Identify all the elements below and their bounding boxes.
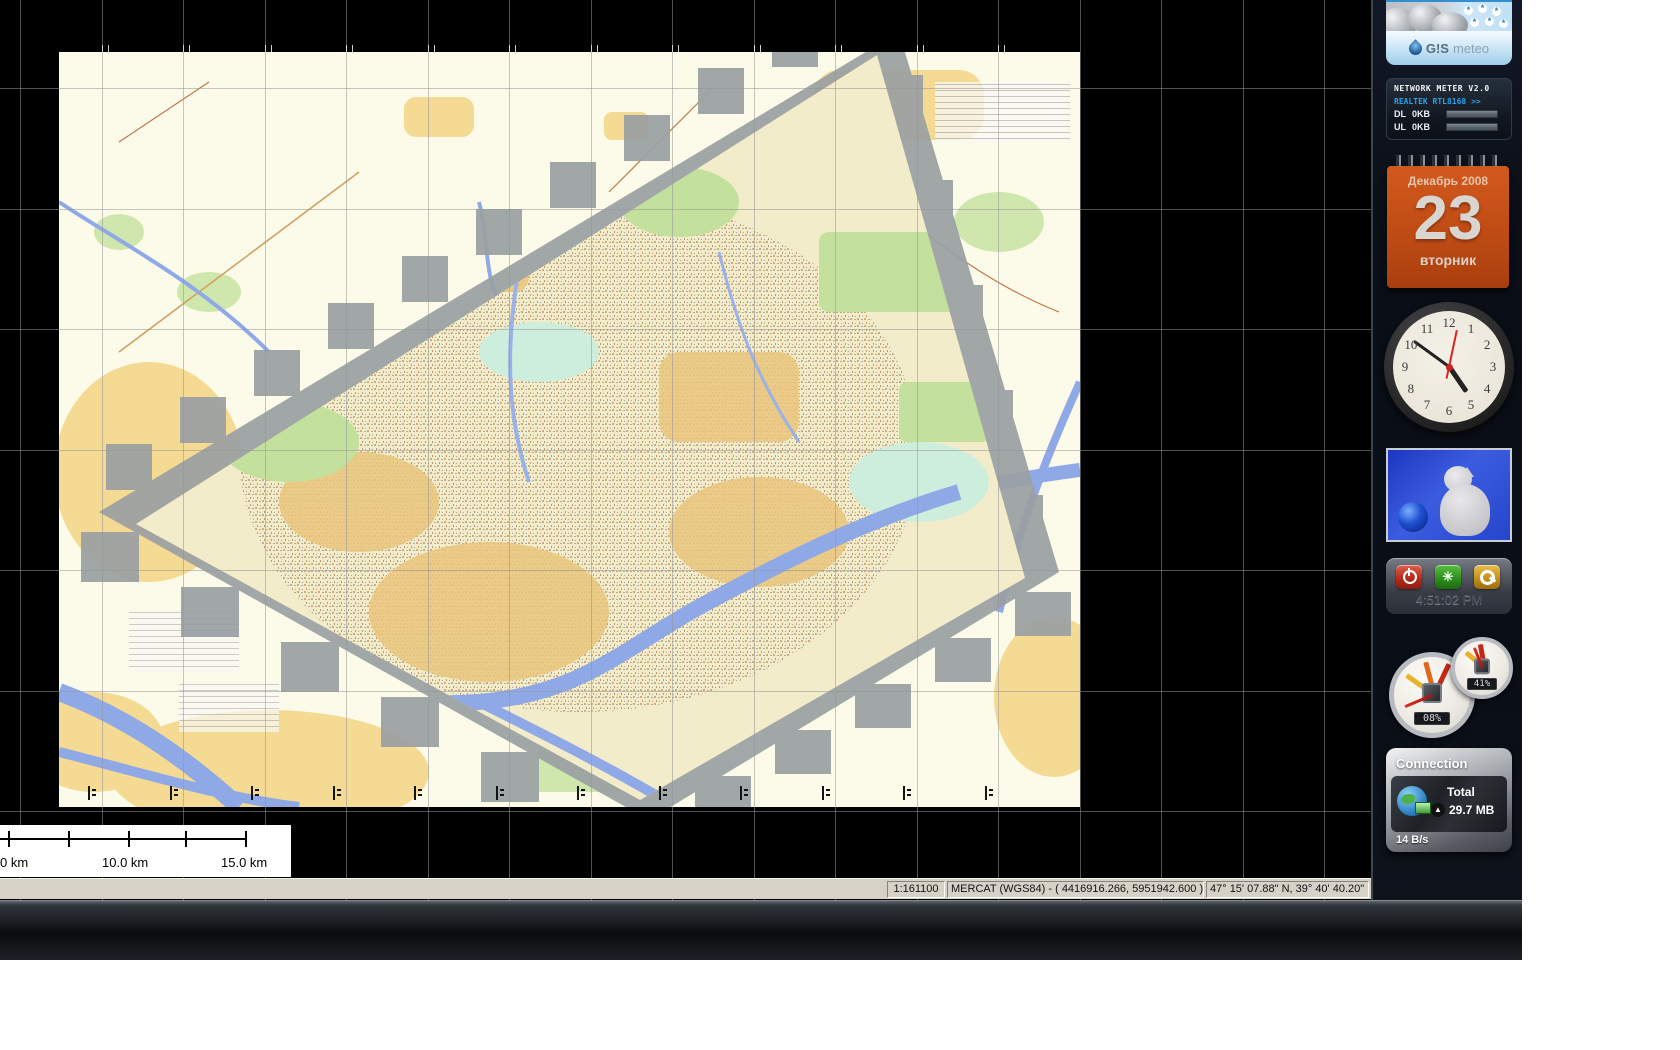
scalebar-label-15: 15.0 km (221, 855, 267, 870)
kitten-body (1440, 484, 1490, 536)
download-label: DL (1394, 109, 1412, 119)
upload-bar (1446, 123, 1498, 131)
gismeteo-logo-gis: G!S (1426, 41, 1449, 56)
clock-face: 12 12 3 45678 9 1011 (1393, 311, 1505, 423)
scalebar-tick (68, 831, 70, 847)
clock-numeral: 7 (1424, 397, 1431, 413)
statusbar-projection: MERCAT (WGS84) - ( 4416916.266, 5951942.… (947, 881, 1204, 898)
map-graphic (59, 52, 1080, 807)
calendar-day: 23 (1387, 188, 1509, 250)
scalebar-legend: 0 km 10.0 km 15.0 km (0, 825, 291, 877)
cpu-chip-icon (1422, 683, 1442, 703)
clock-numeral: 12 (1443, 315, 1456, 331)
transfer-rate: 14 B/s (1396, 834, 1428, 846)
scalebar-label-10: 10.0 km (102, 855, 148, 870)
calendar-weekday: вторник (1387, 252, 1509, 268)
ram-usage-value: 41% (1467, 678, 1497, 690)
upload-value: 0KB (1412, 122, 1446, 132)
weather-gadget[interactable]: G!S meteo (1386, 0, 1512, 65)
connection-panel: Total ▲ 29.7 MB (1391, 776, 1507, 832)
shutdown-button[interactable] (1396, 565, 1422, 589)
clock-center-pin (1446, 364, 1453, 371)
total-label: Total (1447, 785, 1475, 799)
clock-minute-hand (1413, 340, 1450, 368)
ram-gauge-gadget[interactable]: 41% (1451, 637, 1513, 699)
statusbar-position: 47° 15' 07.88" N, 39° 40' 40.20" E (1206, 881, 1369, 898)
download-bar (1446, 110, 1498, 118)
scalebar-line (0, 838, 246, 840)
statusbar-scale: 1:161100 (887, 881, 945, 898)
scalebar-label-0: 0 km (0, 855, 28, 870)
upload-label: UL (1394, 122, 1412, 132)
ornament-ball (1398, 502, 1428, 532)
clock-numeral: 1 (1468, 321, 1475, 337)
scalebar-tick (245, 831, 247, 847)
water-drop-icon (1406, 39, 1424, 57)
cpu-usage-value: 08% (1414, 712, 1450, 725)
global-mapper-window[interactable]: 0 km 10.0 km 15.0 km 1:161100 MERCAT (WG… (0, 0, 1371, 900)
scalebar-tick (8, 831, 10, 847)
scalebar-tick (128, 831, 130, 847)
clock-numeral: 8 (1408, 381, 1415, 397)
clock-numeral: 9 (1402, 359, 1409, 375)
power-control-gadget[interactable]: 4:51:02 PM (1386, 558, 1512, 614)
upload-arrow-icon: ▲ (1431, 803, 1445, 817)
network-meter-gadget[interactable]: NETWORK METER V2.0 REALTEK RTL8168 >> DL… (1386, 78, 1512, 140)
connection-gadget[interactable]: Connection Total ▲ 29.7 MB 14 B/s (1386, 748, 1512, 852)
gismeteo-logo-meteo: meteo (1453, 41, 1489, 56)
clock-numeral: 2 (1484, 337, 1491, 353)
clock-numeral: 3 (1490, 359, 1497, 375)
network-adapter-link[interactable]: REALTEK RTL8168 >> (1394, 97, 1504, 106)
windows-sidebar: G!S meteo NETWORK METER V2.0 REALTEK RTL8… (1373, 0, 1522, 900)
lock-button[interactable] (1474, 565, 1500, 589)
scalebar-tick (185, 831, 187, 847)
weather-clouds-image (1386, 0, 1512, 31)
total-traffic-value: 29.7 MB (1449, 803, 1494, 817)
clock-numeral: 6 (1446, 403, 1453, 419)
photo-gadget[interactable] (1386, 448, 1512, 542)
network-monitor-icon (1415, 802, 1431, 814)
download-value: 0KB (1412, 109, 1446, 119)
analog-clock-gadget[interactable]: 12 12 3 45678 9 1011 (1384, 302, 1514, 432)
clock-numeral: 11 (1421, 321, 1434, 337)
network-meter-title: NETWORK METER V2.0 (1394, 84, 1504, 93)
restart-button[interactable] (1435, 565, 1461, 589)
map-canvas[interactable] (59, 52, 1080, 807)
connection-title: Connection (1386, 748, 1512, 771)
taskbar: FR O SAS SAS.Планета Global Mapper v9.0.… (0, 900, 1522, 960)
clock-numeral: 5 (1468, 397, 1475, 413)
calendar-gadget[interactable]: Декабрь 2008 23 вторник (1387, 155, 1509, 290)
power-panel-time: 4:51:02 PM (1386, 592, 1512, 607)
clock-numeral: 10 (1404, 337, 1417, 353)
clock-numeral: 4 (1484, 381, 1491, 397)
desktop-screen: 0 km 10.0 km 15.0 km 1:161100 MERCAT (WG… (0, 0, 1522, 960)
statusbar: 1:161100 MERCAT (WGS84) - ( 4416916.266,… (0, 878, 1371, 899)
gismeteo-banner[interactable]: G!S meteo (1386, 31, 1512, 65)
